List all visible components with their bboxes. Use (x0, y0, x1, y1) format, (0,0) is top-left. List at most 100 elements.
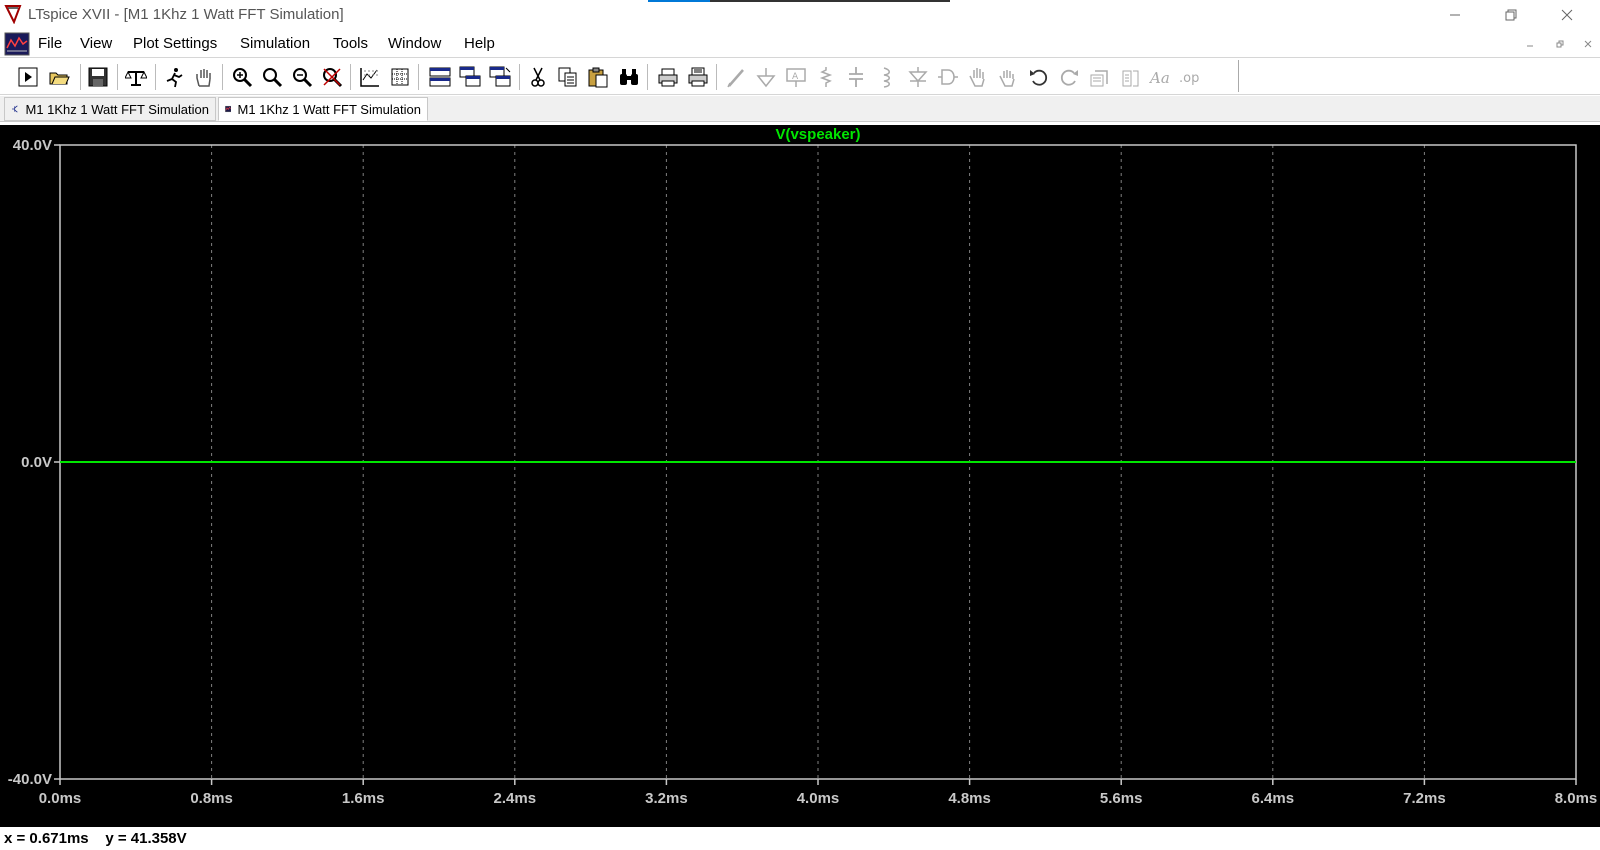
toolbar-btn-19[interactable] (656, 65, 680, 89)
menu-file[interactable]: File (38, 35, 62, 52)
diode-icon (908, 67, 928, 87)
menu-tools[interactable]: Tools (333, 35, 368, 52)
toolbar-btn-31[interactable] (1027, 65, 1051, 89)
toolbar-btn-17[interactable] (586, 65, 610, 89)
menu-view[interactable]: View (80, 35, 112, 52)
status-bar: x = 0.671ms y = 41.358V (0, 827, 1600, 850)
toolbar-separator (647, 64, 648, 90)
x-tick-label: 2.4ms (494, 790, 537, 807)
toolbar-btn-11[interactable] (388, 65, 412, 89)
toolbar-btn-20[interactable] (686, 65, 710, 89)
toolbar-btn-6[interactable] (230, 65, 254, 89)
toolbar-btn-30[interactable] (996, 65, 1020, 89)
menu-window[interactable]: Window (388, 35, 441, 52)
child-close-button[interactable] (1580, 36, 1596, 52)
toolbar-btn-32[interactable] (1057, 65, 1081, 89)
zoom-in-icon (233, 68, 253, 88)
paste-icon (588, 67, 608, 88)
toolbar-edge (1238, 60, 1239, 92)
toolbar-btn-34[interactable] (1118, 65, 1142, 89)
minimize-button[interactable] (1432, 0, 1478, 30)
axis-labels: 0.0ms 0.8ms 1.6ms 2.4ms 3.2ms 4.0ms 4.8ms 5.6ms… (8, 126, 1597, 807)
child-restore-button[interactable] (1552, 36, 1568, 52)
label-icon: A (786, 68, 806, 87)
toolbar-btn-5[interactable] (192, 65, 216, 89)
resistor-icon (819, 67, 833, 87)
title-bar: LTspice XVII - [M1 1Khz 1 Watt FFT Simul… (0, 0, 1600, 30)
toolbar-btn-26[interactable] (874, 65, 898, 89)
ltspice-window: LTspice XVII - [M1 1Khz 1 Watt FFT Simul… (0, 0, 1600, 850)
toolbar-btn-0[interactable] (16, 65, 40, 89)
toolbar-btn-25[interactable] (844, 65, 868, 89)
close-icon (1584, 40, 1592, 48)
ground-icon (756, 68, 776, 88)
toolbar-btn-28[interactable] (936, 65, 960, 89)
waveform-window-icon[interactable] (4, 32, 30, 56)
toolbar-btn-21[interactable] (724, 65, 748, 89)
open-icon (49, 72, 70, 85)
toolbar-btn-3[interactable] (124, 65, 148, 89)
waveform-icon (225, 105, 232, 113)
toolbar-btn-16[interactable] (556, 65, 580, 89)
svg-text:.op: .op (1179, 71, 1199, 86)
toolbar-btn-29[interactable] (966, 65, 990, 89)
x-tick-label: 7.2ms (1403, 790, 1446, 807)
toolbar-separator (418, 64, 419, 90)
close-button[interactable] (1544, 0, 1590, 30)
tile-vertical-icon (489, 66, 511, 87)
plot-canvas[interactable]: 0.0ms 0.8ms 1.6ms 2.4ms 3.2ms 4.0ms 4.8ms 5.6ms… (0, 125, 1600, 827)
toolbar-btn-27[interactable] (906, 65, 930, 89)
child-minimize-button[interactable] (1522, 36, 1538, 52)
copy-icon (558, 67, 577, 87)
toolbar-separator (80, 64, 81, 90)
ltspice-logo-icon (4, 5, 22, 24)
zoom-cancel-icon (323, 68, 343, 88)
waveform-plot[interactable]: 0.0ms 0.8ms 1.6ms 2.4ms 3.2ms 4.0ms 4.8ms 5.6ms… (0, 125, 1600, 827)
toolbar-separator (519, 64, 520, 90)
trace-label[interactable]: V(vspeaker) (775, 126, 860, 143)
toolbar-btn-15[interactable] (526, 65, 550, 89)
x-tick-label: 1.6ms (342, 790, 385, 807)
toolbar-btn-23[interactable]: A (784, 65, 808, 89)
menu-help[interactable]: Help (464, 35, 495, 52)
restore-icon (1505, 9, 1517, 21)
toolbar-btn-10[interactable] (358, 65, 382, 89)
toolbar-btn-13[interactable] (458, 65, 482, 89)
toolbar-btn-36[interactable]: .op (1178, 65, 1202, 89)
toolbar-btn-9[interactable] (320, 65, 344, 89)
toolbar-btn-22[interactable] (754, 65, 778, 89)
restore-button[interactable] (1488, 0, 1534, 30)
x-tick-label: 6.4ms (1252, 790, 1295, 807)
toolbar-btn-1[interactable] (47, 65, 71, 89)
mirror-icon (1122, 70, 1139, 87)
zoom-out-icon (263, 68, 283, 88)
minimize-icon (1450, 14, 1460, 16)
tab-schematic[interactable]: M1 1Khz 1 Watt FFT Simulation (4, 97, 216, 121)
toolbar-btn-18[interactable] (617, 65, 641, 89)
svg-text:Aa: Aa (1149, 69, 1170, 87)
toolbar-btn-35[interactable]: Aa (1148, 65, 1172, 89)
toolbar-btn-24[interactable] (814, 65, 838, 89)
toolbar-btn-12[interactable] (428, 65, 452, 89)
menu-simulation[interactable]: Simulation (240, 35, 310, 52)
y-tick-label: 40.0V (13, 137, 52, 154)
redo-icon (1060, 69, 1078, 86)
toolbar-btn-7[interactable] (260, 65, 284, 89)
toolbar-btn-33[interactable] (1088, 65, 1112, 89)
menu-plot-settings[interactable]: Plot Settings (133, 35, 217, 52)
toolbar-btn-8[interactable] (290, 65, 314, 89)
axis-ticks (54, 144, 1577, 785)
print-icon (658, 68, 678, 87)
toolbar-btn-2[interactable] (86, 65, 110, 89)
toolbar-btn-4[interactable] (162, 65, 186, 89)
toolbar-btn-14[interactable] (488, 65, 512, 89)
component-icon (938, 69, 958, 85)
tab-label: M1 1Khz 1 Watt FFT Simulation (237, 101, 421, 117)
toolbar-separator (716, 64, 717, 90)
autorange-icon (360, 68, 379, 87)
x-tick-label: 3.2ms (645, 790, 688, 807)
toolbar-separator (155, 64, 156, 90)
tab-waveform[interactable]: M1 1Khz 1 Watt FFT Simulation (218, 97, 428, 121)
window-title: LTspice XVII - [M1 1Khz 1 Watt FFT Simul… (28, 6, 344, 23)
svg-text:A: A (792, 72, 799, 82)
